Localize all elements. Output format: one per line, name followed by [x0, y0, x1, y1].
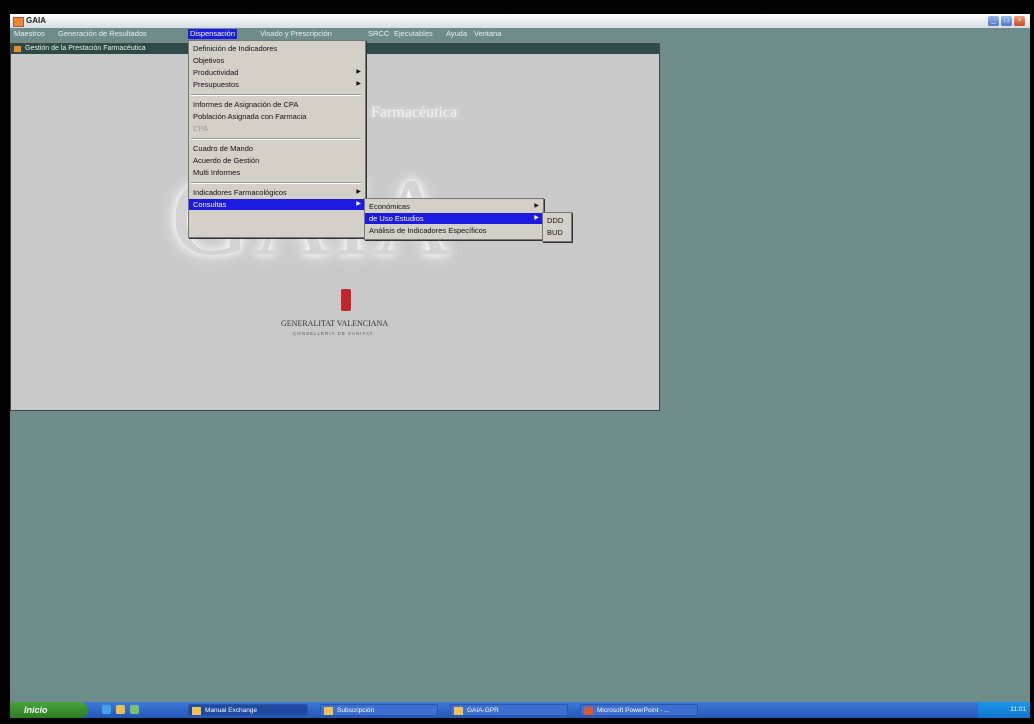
submenu-arrow-icon: ▶: [356, 69, 361, 75]
menu-separator: [191, 138, 361, 140]
menu-item-uso-estudios[interactable]: de Uso Estudios ▶: [365, 213, 543, 224]
menu-bar: Maestros Generación de Resultados Dispen…: [10, 28, 1030, 40]
task-icon: [454, 707, 463, 715]
org-subtitle: CONSELLERIA DE SANITAT: [293, 331, 374, 336]
menu-item-label: Informes de Asignación de CPA: [193, 100, 299, 109]
task-label: Subscripción: [337, 707, 375, 714]
menu-item-informes-asignacion-cpa[interactable]: Informes de Asignación de CPA: [189, 99, 365, 110]
menu-item-label: Económicas: [369, 202, 410, 211]
menu-item-label: Indicadores Farmacológicos: [193, 188, 287, 197]
menu-item-poblacion-asignada[interactable]: Población Asignada con Farmacia: [189, 111, 365, 122]
menu-item-label: Análisis de Indicadores Específicos: [369, 226, 487, 235]
title-bar: GAIA _ □ ×: [10, 14, 1030, 29]
menu-item-ddd[interactable]: DDD: [543, 215, 571, 226]
splash-subtitle: Farmacéutica: [371, 104, 458, 121]
powerpoint-icon: [584, 707, 593, 715]
close-button[interactable]: ×: [1014, 16, 1025, 26]
app-icon: [13, 17, 24, 27]
menu-item-indicadores-farmacologicos[interactable]: Indicadores Farmacológicos ▶: [189, 187, 365, 198]
menu-separator: [191, 182, 361, 184]
menu-item-multi-informes[interactable]: Multi Informes: [189, 167, 365, 178]
desktop-icon[interactable]: [130, 705, 139, 714]
start-label: Inicio: [24, 705, 48, 715]
task-label: Microsoft PowerPoint - ...: [597, 707, 670, 714]
menu-ventana[interactable]: Ventana: [472, 29, 504, 39]
menu-item-label: CPA: [193, 124, 208, 133]
consultas-submenu: Económicas ▶ de Uso Estudios ▶ Análisis de…: [364, 198, 544, 240]
inner-window-title: Gestión de la Prestación Farmacéutica: [25, 45, 146, 52]
system-tray: 11:01: [978, 702, 1030, 718]
menu-item-presupuestos[interactable]: Presupuestos ▶: [189, 79, 365, 90]
submenu-arrow-icon: ▶: [356, 201, 361, 207]
menu-item-label: Productividad: [193, 68, 239, 77]
menu-item-cpa: CPA: [189, 123, 365, 134]
menu-item-label: Presupuestos: [193, 80, 239, 89]
menu-item-label: Consultas: [193, 200, 227, 209]
menu-ayuda[interactable]: Ayuda: [444, 29, 469, 39]
task-icon: [324, 707, 333, 715]
menu-separator: [191, 94, 361, 96]
menu-item-definicion-indicadores[interactable]: Definición de Indicadores: [189, 43, 365, 54]
generalitat-emblem-icon: [341, 289, 351, 311]
task-icon: [192, 707, 201, 715]
menu-maestros[interactable]: Maestros: [12, 29, 47, 39]
ie-icon[interactable]: [102, 705, 111, 714]
submenu-arrow-icon: ▶: [534, 215, 539, 221]
menu-item-economicas[interactable]: Económicas ▶: [365, 201, 543, 212]
taskbar: Inicio Manual Exchange Subscripción GAIA…: [10, 702, 1030, 718]
submenu-arrow-icon: ▶: [356, 189, 361, 195]
menu-item-consultas[interactable]: Consultas ▶: [189, 199, 365, 210]
menu-item-acuerdo-gestion[interactable]: Acuerdo de Gestión: [189, 155, 365, 166]
task-subscripcion[interactable]: Subscripción: [320, 704, 438, 716]
window-title: GAIA: [26, 16, 46, 25]
menu-item-label: Acuerdo de Gestión: [193, 156, 260, 165]
task-manual-exchange[interactable]: Manual Exchange: [188, 704, 308, 716]
menu-item-label: Definición de Indicadores: [193, 44, 278, 53]
submenu-arrow-icon: ▶: [356, 81, 361, 87]
menu-visado-prescripcion[interactable]: Visado y Prescripción: [258, 29, 334, 39]
menu-item-label: Población Asignada con Farmacia: [193, 112, 307, 121]
maximize-button[interactable]: □: [1001, 16, 1012, 26]
menu-item-cuadro-mando[interactable]: Cuadro de Mando: [189, 143, 365, 154]
submenu-arrow-icon: ▶: [534, 203, 539, 209]
desktop: GAIA _ □ × Maestros Generación de Result…: [10, 14, 1030, 718]
folder-icon[interactable]: [116, 705, 125, 714]
menu-item-analisis-indicadores[interactable]: Análisis de Indicadores Específicos: [365, 225, 543, 236]
uso-submenu: DDD BUD: [542, 212, 572, 242]
menu-srcc[interactable]: SRCC: [366, 29, 391, 39]
menu-generacion-resultados[interactable]: Generación de Resultados: [56, 29, 149, 39]
menu-dispensacion[interactable]: Dispensación: [188, 29, 238, 39]
task-gaia-gpr[interactable]: GAIA-GPR: [450, 704, 568, 716]
window-icon: [14, 46, 21, 52]
menu-item-label: de Uso Estudios: [369, 214, 424, 223]
clock: 11:01: [1010, 706, 1026, 713]
menu-ejecutables[interactable]: Ejecutables: [392, 29, 435, 39]
task-label: Manual Exchange: [205, 707, 258, 714]
dispensacion-menu: Definición de Indicadores Objetivos Prod…: [188, 40, 366, 238]
minimize-button[interactable]: _: [988, 16, 999, 26]
menu-item-label: Multi Informes: [193, 168, 241, 177]
task-powerpoint[interactable]: Microsoft PowerPoint - ...: [580, 704, 698, 716]
menu-item-objetivos[interactable]: Objetivos: [189, 55, 365, 66]
start-button[interactable]: Inicio: [10, 702, 88, 718]
task-label: GAIA-GPR: [467, 707, 499, 714]
menu-item-label: Cuadro de Mando: [193, 144, 254, 153]
menu-item-label: Objetivos: [193, 56, 225, 65]
menu-item-bud[interactable]: BUD: [543, 227, 571, 238]
menu-item-productividad[interactable]: Productividad ▶: [189, 67, 365, 78]
org-name: GENERALITAT VALENCIANA: [281, 319, 389, 328]
